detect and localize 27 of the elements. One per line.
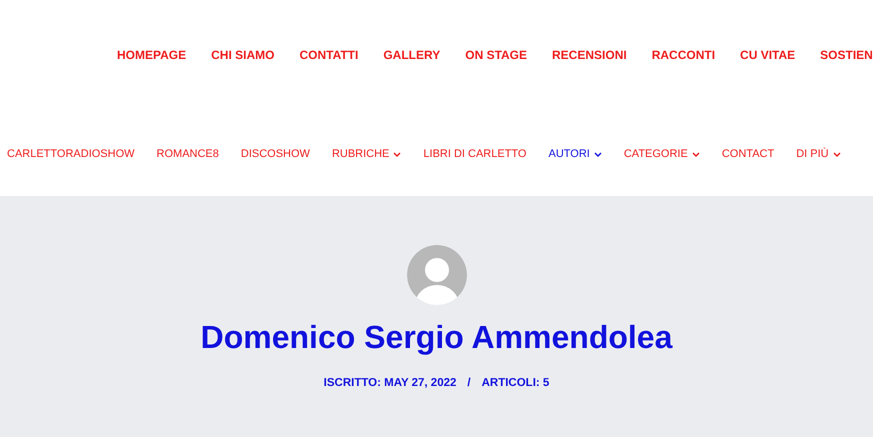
menu-link[interactable]: ROMANCE8	[156, 148, 219, 160]
menu-link[interactable]: CARLETTORADIOSHOW	[7, 148, 135, 160]
menu-link[interactable]: LIBRI DI CARLETTO	[423, 148, 526, 160]
menu-link[interactable]: RECENSIONI	[552, 48, 627, 110]
menu-link[interactable]: CHI SIAMO	[211, 48, 274, 110]
chevron-down-icon	[832, 152, 841, 156]
menu-link[interactable]: HOMEPAGE	[117, 48, 186, 110]
meta-separator: /	[467, 377, 471, 389]
menu-link[interactable]: DI PIÙ	[796, 148, 841, 160]
chevron-down-icon	[594, 152, 602, 156]
menu-link[interactable]: RUBRICHE	[332, 148, 402, 160]
chevron-down-icon	[692, 152, 700, 156]
menu-link[interactable]: CU VITAE	[740, 48, 796, 110]
menu-link[interactable]: SOSTIEN	[820, 48, 873, 110]
avatar-icon	[406, 245, 466, 305]
chevron-down-icon	[393, 152, 402, 156]
menu-link[interactable]: CONTATTI	[299, 48, 358, 110]
article-count: ARTICOLI: 5	[482, 377, 550, 389]
menu-link[interactable]: DISCOSHOW	[240, 148, 310, 160]
menu-link[interactable]: AUTORI	[548, 148, 602, 160]
menu-link[interactable]: CATEGORIE	[624, 148, 700, 160]
author-name: Domenico Sergio Ammendolea	[200, 318, 672, 357]
menu-link[interactable]: ON STAGE	[465, 48, 528, 110]
menu-link[interactable]: RACCONTI	[652, 48, 716, 110]
joined-date: ISCRITTO: MAY 27, 2022	[324, 377, 456, 389]
menu-link[interactable]: CONTACT	[722, 148, 774, 160]
menu-link[interactable]: GALLERY	[383, 48, 440, 110]
